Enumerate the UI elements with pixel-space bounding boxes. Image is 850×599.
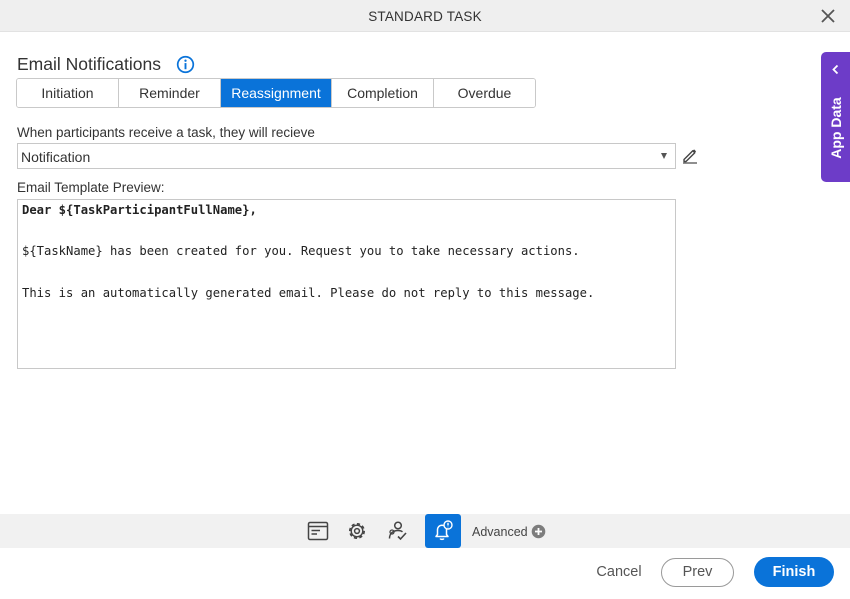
preview-line: ${TaskName} has been created for you. Re…	[22, 244, 580, 258]
preview-line: Dear ${TaskParticipantFullName},	[22, 203, 257, 217]
title-bar: STANDARD TASK	[0, 0, 850, 32]
finish-button[interactable]: Finish	[754, 557, 834, 587]
chevron-down-icon	[661, 153, 667, 159]
pencil-icon[interactable]	[681, 146, 699, 164]
app-data-panel-toggle[interactable]: App Data	[821, 52, 850, 182]
window-title: STANDARD TASK	[368, 9, 482, 24]
close-icon[interactable]	[820, 8, 836, 24]
plus-circle-icon[interactable]	[531, 524, 546, 539]
tab-reassignment[interactable]: Reassignment	[221, 79, 332, 107]
chevron-left-icon	[832, 64, 839, 75]
tab-completion[interactable]: Completion	[332, 79, 434, 107]
tab-reminder[interactable]: Reminder	[119, 79, 221, 107]
preview-line: This is an automatically generated email…	[22, 286, 595, 300]
cancel-button[interactable]: Cancel	[588, 558, 650, 586]
section-title: Email Notifications	[17, 54, 161, 74]
receive-select[interactable]: Notification	[17, 143, 676, 169]
advanced-button[interactable]: Advanced	[472, 525, 528, 539]
form-icon[interactable]	[300, 514, 336, 548]
prev-button[interactable]: Prev	[661, 558, 734, 587]
tab-overdue[interactable]: Overdue	[434, 79, 535, 107]
bottom-toolbar: Advanced	[0, 514, 850, 548]
info-icon[interactable]	[176, 55, 195, 74]
preview-label: Email Template Preview:	[17, 180, 165, 195]
notification-bell-icon[interactable]	[425, 514, 461, 548]
email-template-preview[interactable]: Dear ${TaskParticipantFullName}, ${TaskN…	[17, 199, 676, 369]
gear-icon[interactable]	[339, 514, 375, 548]
participants-icon[interactable]	[379, 514, 415, 548]
app-data-label: App Data	[828, 97, 844, 159]
receive-select-value: Notification	[21, 149, 91, 165]
tab-initiation[interactable]: Initiation	[17, 79, 119, 107]
receive-label: When participants receive a task, they w…	[17, 125, 315, 140]
notification-tabs: Initiation Reminder Reassignment Complet…	[16, 78, 536, 108]
